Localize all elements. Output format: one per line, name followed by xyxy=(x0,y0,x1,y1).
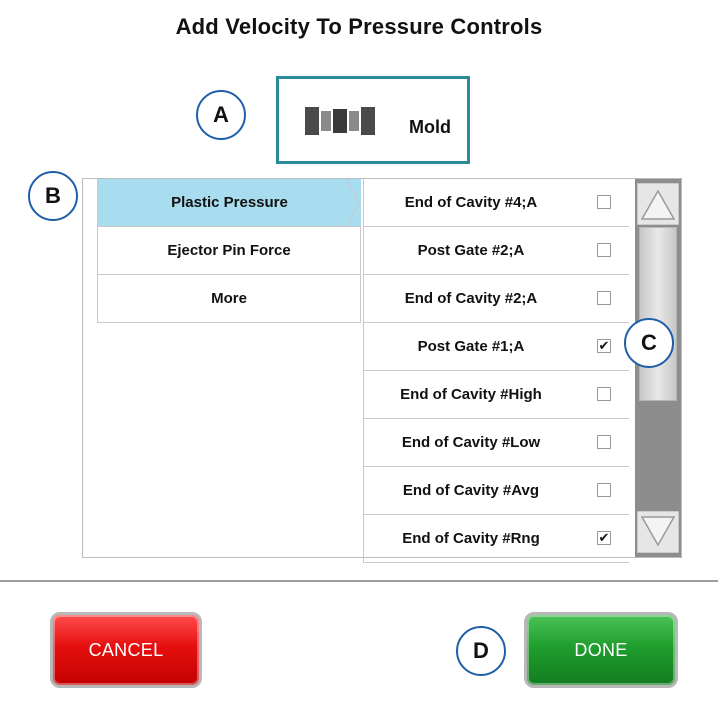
mold-button[interactable]: Mold xyxy=(276,76,470,164)
channel-checkbox[interactable] xyxy=(597,243,611,257)
channel-row[interactable]: End of Cavity #Low xyxy=(363,419,629,467)
mold-icon xyxy=(305,107,375,135)
category-item[interactable]: More xyxy=(97,275,361,323)
channel-row[interactable]: End of Cavity #4;A xyxy=(363,179,629,227)
scroll-down-icon[interactable] xyxy=(637,511,679,553)
channel-label: End of Cavity #High xyxy=(400,386,542,403)
dialog-title: Add Velocity To Pressure Controls xyxy=(175,14,543,39)
channel-scrollbar[interactable] xyxy=(635,179,681,557)
channel-checkbox[interactable] xyxy=(597,483,611,497)
channel-checkbox[interactable] xyxy=(597,435,611,449)
channel-label: End of Cavity #2;A xyxy=(404,290,538,307)
channel-checkbox-checked[interactable]: ✔ xyxy=(597,339,611,353)
channel-row[interactable]: End of Cavity #High xyxy=(363,371,629,419)
channel-label: End of Cavity #4;A xyxy=(404,194,538,211)
channel-row[interactable]: End of Cavity #2;A xyxy=(363,275,629,323)
channel-checkbox[interactable] xyxy=(597,195,611,209)
channel-list: End of Cavity #4;A Post Gate #2;A End of C… xyxy=(363,179,629,563)
category-list: Plastic Pressure Ejector Pin Force More xyxy=(97,179,361,323)
mold-label: Mold xyxy=(409,117,451,137)
callout-d: D xyxy=(456,626,506,676)
scroll-thumb[interactable] xyxy=(639,227,677,401)
scroll-up-icon[interactable] xyxy=(637,183,679,225)
sensor-selection-panel: Plastic Pressure Ejector Pin Force More En… xyxy=(82,178,682,563)
callout-a: A xyxy=(196,90,246,140)
callout-b: B xyxy=(28,171,78,221)
channel-checkbox[interactable] xyxy=(597,387,611,401)
channel-checkbox[interactable] xyxy=(597,291,611,305)
cancel-button[interactable]: CANCEL xyxy=(50,612,202,688)
channel-row[interactable]: End of Cavity #Rng ✔ xyxy=(363,515,629,563)
channel-row[interactable]: Post Gate #1;A ✔ xyxy=(363,323,629,371)
channel-label: Post Gate #1;A xyxy=(417,338,525,355)
channel-label: End of Cavity #Rng xyxy=(402,530,540,547)
selected-category-arrow-icon xyxy=(347,179,360,227)
callout-c: C xyxy=(624,318,674,368)
channel-row[interactable]: End of Cavity #Avg xyxy=(363,467,629,515)
channel-label: End of Cavity #Low xyxy=(401,434,541,451)
channel-checkbox-checked[interactable]: ✔ xyxy=(597,531,611,545)
done-button[interactable]: DONE xyxy=(524,612,678,688)
channel-row[interactable]: Post Gate #2;A xyxy=(363,227,629,275)
footer-divider xyxy=(0,580,718,582)
category-item[interactable]: Ejector Pin Force xyxy=(97,227,361,275)
channel-label: Post Gate #2;A xyxy=(417,242,525,259)
channel-label: End of Cavity #Avg xyxy=(402,482,540,499)
category-item[interactable]: Plastic Pressure xyxy=(97,179,361,227)
